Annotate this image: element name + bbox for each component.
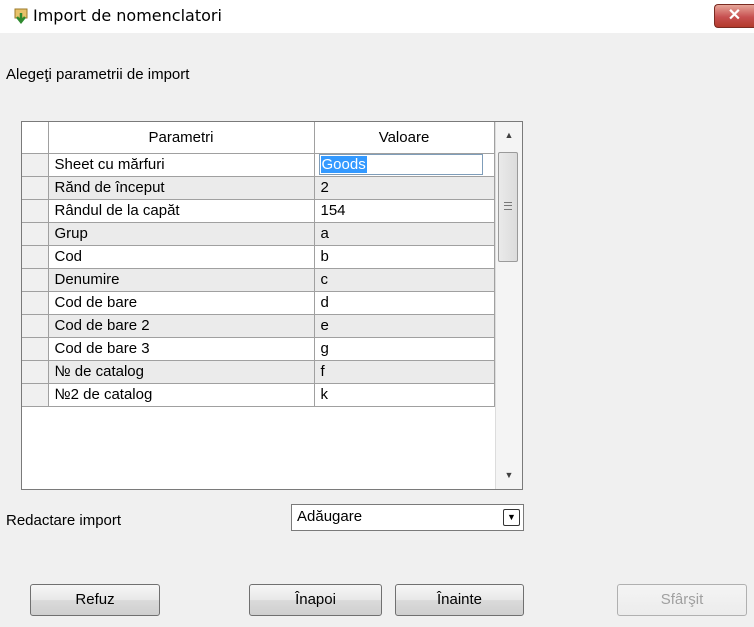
table-row[interactable]: Denumire c [22, 268, 495, 292]
param-name-cell: Cod de bare 3 [48, 337, 315, 361]
table-row[interactable]: Rândul de la capăt 154 [22, 199, 495, 223]
column-header-value[interactable]: Valoare [314, 122, 495, 154]
value-cell[interactable]: a [314, 222, 495, 246]
row-header[interactable] [22, 222, 49, 246]
column-header-parameters[interactable]: Parametri [48, 122, 315, 154]
param-name-cell: Rândul de la capăt [48, 199, 315, 223]
table-row[interactable]: Cod de bare d [22, 291, 495, 315]
value-cell[interactable]: c [314, 268, 495, 292]
value-cell[interactable]: b [314, 245, 495, 269]
param-name-cell: Cod de bare [48, 291, 315, 315]
redact-import-select[interactable]: Adăugare ▼ [291, 504, 524, 531]
param-name-cell: Denumire [48, 268, 315, 292]
value-cell[interactable]: f [314, 360, 495, 384]
value-cell[interactable]: 2 [314, 176, 495, 200]
window-title: Import de nomenclatori [33, 6, 222, 25]
scroll-up-icon[interactable]: ▲ [496, 124, 522, 147]
table-row[interactable]: Cod de bare 3 g [22, 337, 495, 361]
row-header[interactable] [22, 360, 49, 384]
import-arrow-icon [12, 7, 30, 25]
table-row[interactable]: Cod de bare 2 e [22, 314, 495, 338]
close-button[interactable]: ✕ [714, 4, 754, 28]
row-header[interactable] [22, 337, 49, 361]
row-header[interactable] [22, 245, 49, 269]
row-header[interactable] [22, 291, 49, 315]
title-bar: Import de nomenclatori ✕ [0, 0, 754, 33]
value-cell-editing[interactable]: Goods [314, 153, 495, 177]
row-header[interactable] [22, 153, 49, 177]
close-icon: ✕ [727, 7, 742, 24]
row-header[interactable] [22, 314, 49, 338]
value-cell[interactable]: g [314, 337, 495, 361]
redact-import-label: Redactare import [6, 512, 122, 529]
redact-import-value: Adăugare [297, 508, 363, 525]
row-header[interactable] [22, 383, 49, 407]
table-row[interactable]: Grup a [22, 222, 495, 246]
back-button[interactable]: Înapoi [249, 584, 382, 616]
parameters-grid[interactable]: Parametri Valoare Sheet cu mărfuri Goods… [21, 121, 523, 490]
table-row[interactable]: Rănd de început 2 [22, 176, 495, 200]
grid-vertical-scrollbar[interactable]: ▲ ▼ [495, 122, 522, 489]
scrollbar-thumb[interactable] [498, 152, 518, 262]
instruction-label: Alegeţi parametrii de import [6, 66, 190, 83]
param-name-cell: Grup [48, 222, 315, 246]
value-cell[interactable]: e [314, 314, 495, 338]
next-button[interactable]: Înainte [395, 584, 524, 616]
cell-editor-text[interactable]: Goods [320, 156, 367, 173]
finish-button[interactable]: Sfârşit [617, 584, 747, 616]
grid-header-row: Parametri Valoare [22, 122, 495, 154]
row-header[interactable] [22, 199, 49, 223]
value-cell[interactable]: d [314, 291, 495, 315]
cell-editor-input[interactable]: Goods [318, 154, 483, 175]
row-header[interactable] [22, 268, 49, 292]
grip-icon [504, 202, 512, 210]
param-name-cell: №2 de catalog [48, 383, 315, 407]
import-dialog: Import de nomenclatori ✕ Alegeţi paramet… [0, 0, 754, 627]
row-header[interactable] [22, 176, 49, 200]
table-row[interactable]: № de catalog f [22, 360, 495, 384]
table-row[interactable]: Sheet cu mărfuri Goods [22, 153, 495, 177]
table-row[interactable]: №2 de catalog k [22, 383, 495, 407]
row-header-corner [22, 122, 49, 154]
param-name-cell: Sheet cu mărfuri [48, 153, 315, 177]
value-cell[interactable]: 154 [314, 199, 495, 223]
cancel-button[interactable]: Refuz [30, 584, 160, 616]
chevron-down-icon[interactable]: ▼ [503, 509, 520, 526]
table-row[interactable]: Cod b [22, 245, 495, 269]
param-name-cell: Cod de bare 2 [48, 314, 315, 338]
param-name-cell: Cod [48, 245, 315, 269]
param-name-cell: Rănd de început [48, 176, 315, 200]
scroll-down-icon[interactable]: ▼ [496, 464, 522, 487]
param-name-cell: № de catalog [48, 360, 315, 384]
value-cell[interactable]: k [314, 383, 495, 407]
